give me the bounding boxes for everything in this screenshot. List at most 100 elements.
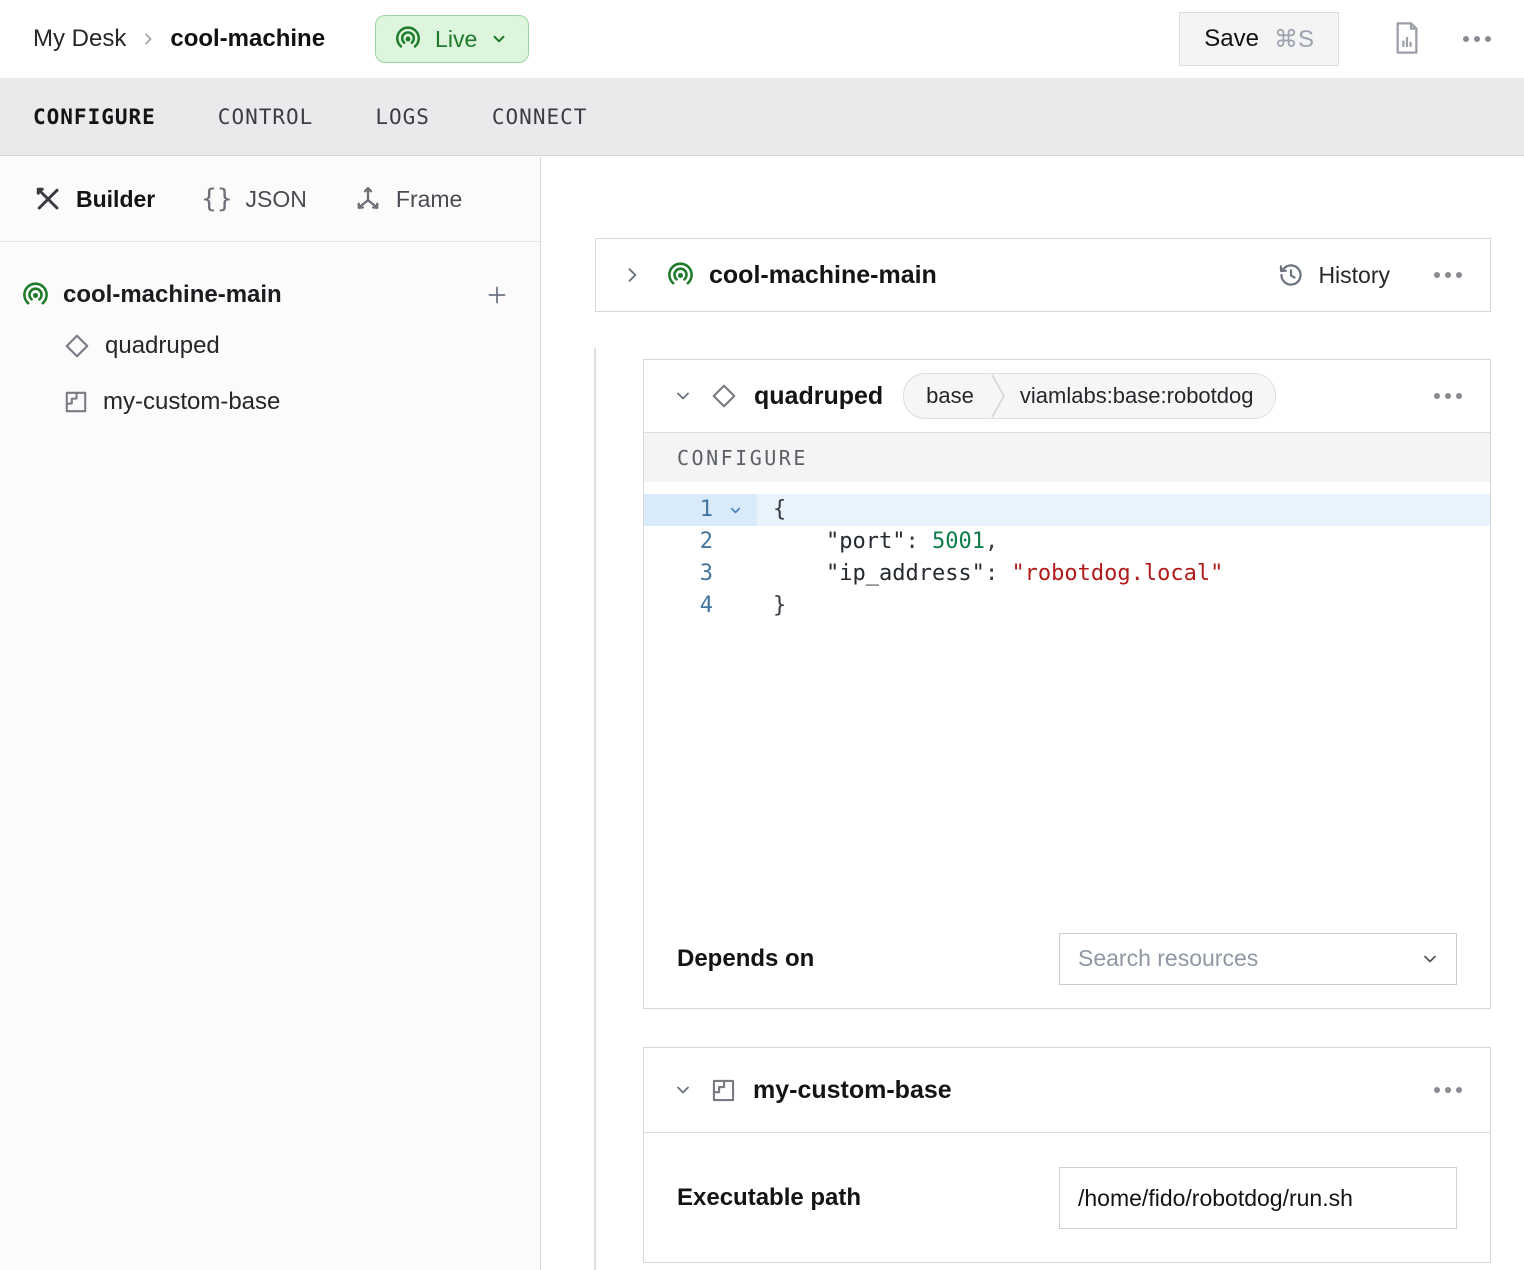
machine-metrics-button[interactable]	[1391, 20, 1423, 59]
ellipsis-icon	[1434, 1087, 1462, 1093]
executable-path-label: Executable path	[677, 1184, 861, 1212]
configure-section-header: CONFIGURE	[644, 432, 1490, 482]
machine-config-page: My Desk cool-machine Live Save ⌘S	[0, 0, 1524, 1270]
resource-tree: cool-machine-main quadruped	[0, 242, 540, 430]
executable-path-input[interactable]	[1059, 1167, 1457, 1229]
save-label: Save	[1204, 25, 1259, 53]
resource-type-badge: base viamlabs:base:robotdog	[903, 373, 1276, 419]
save-shortcut: ⌘S	[1274, 25, 1314, 54]
part-card: cool-machine-main History	[595, 238, 1491, 312]
line-number: 3	[644, 558, 713, 590]
view-builder-button[interactable]: Builder	[33, 184, 155, 214]
axes-icon	[353, 184, 383, 214]
ellipsis-icon	[1463, 36, 1491, 42]
code-text: "port": 5001,	[757, 526, 1490, 558]
chevron-down-icon	[728, 503, 743, 518]
ellipsis-icon	[1434, 272, 1462, 278]
chevron-down-icon	[490, 30, 508, 48]
save-button[interactable]: Save ⌘S	[1179, 12, 1339, 66]
configure-section-label: CONFIGURE	[677, 446, 808, 470]
fold-toggle[interactable]	[713, 494, 757, 526]
tree-part-row[interactable]: cool-machine-main	[0, 272, 540, 318]
depends-on-label: Depends on	[677, 945, 814, 973]
quadruped-card-title: quadruped	[754, 382, 883, 411]
machine-tabbar: CONFIGURE CONTROL LOGS CONNECT	[0, 78, 1524, 156]
tree-part-name: cool-machine-main	[63, 281, 471, 309]
resource-sidebar: Builder {} JSON Frame	[0, 157, 541, 1270]
tab-configure[interactable]: CONFIGURE	[33, 105, 156, 129]
quadruped-card: quadruped base viamlabs:base:robotdog CO…	[643, 359, 1491, 1009]
view-json-button[interactable]: {} JSON	[201, 186, 307, 213]
add-resource-button[interactable]	[484, 282, 510, 308]
configure-content: Builder {} JSON Frame	[0, 157, 1524, 1270]
custom-base-menu-button[interactable]	[1434, 1087, 1462, 1093]
machine-status-dropdown[interactable]: Live	[375, 15, 529, 63]
code-line-1: 1 {	[644, 494, 1490, 526]
chevron-down-icon	[673, 1080, 693, 1100]
depends-on-select[interactable]: Search resources	[1059, 933, 1457, 985]
view-json-label: JSON	[246, 186, 307, 213]
breadcrumb: My Desk cool-machine	[33, 25, 325, 53]
history-label: History	[1318, 262, 1390, 289]
view-toggle: Builder {} JSON Frame	[0, 157, 540, 242]
chevron-down-icon	[673, 386, 693, 406]
line-number: 4	[644, 590, 713, 622]
braces-icon: {}	[201, 186, 232, 212]
ellipsis-icon	[1434, 393, 1462, 399]
tab-logs[interactable]: LOGS	[375, 105, 430, 129]
quadruped-card-header: quadruped base viamlabs:base:robotdog	[644, 360, 1490, 432]
more-options-button[interactable]	[1463, 36, 1491, 42]
tree-item-quadruped[interactable]: quadruped	[0, 318, 540, 374]
view-frame-button[interactable]: Frame	[353, 184, 462, 214]
history-icon	[1277, 261, 1305, 289]
view-frame-label: Frame	[396, 186, 462, 213]
custom-base-card-title: my-custom-base	[753, 1076, 952, 1105]
tree-item-label: quadruped	[105, 332, 220, 360]
plus-icon	[484, 282, 510, 308]
part-menu-button[interactable]	[1434, 272, 1462, 278]
document-chart-icon	[1391, 20, 1423, 59]
breadcrumb-parent[interactable]: My Desk	[33, 25, 126, 53]
depends-on-placeholder: Search resources	[1078, 945, 1420, 972]
badge-type: base	[904, 383, 990, 409]
history-button[interactable]: History	[1277, 261, 1390, 289]
part-card-title: cool-machine-main	[709, 261, 937, 290]
top-header: My Desk cool-machine Live Save ⌘S	[0, 0, 1524, 78]
live-signal-icon	[394, 25, 422, 53]
chevron-right-icon	[140, 31, 156, 47]
line-number: 1	[644, 494, 713, 526]
collapse-custom-base-button[interactable]	[673, 1080, 693, 1100]
tree-item-my-custom-base[interactable]: my-custom-base	[0, 374, 540, 430]
badge-model: viamlabs:base:robotdog	[1006, 383, 1276, 409]
part-signal-icon	[21, 281, 50, 310]
expand-part-button[interactable]	[622, 265, 642, 285]
json-attributes-editor[interactable]: 1 { 2 "port": 5001, 3	[644, 482, 1490, 907]
code-line-4: 4 }	[644, 590, 1490, 622]
chevron-down-icon	[1420, 949, 1440, 969]
code-text: {	[757, 494, 1490, 526]
code-text: }	[757, 590, 1490, 622]
tab-control[interactable]: CONTROL	[218, 105, 314, 129]
module-icon	[710, 1077, 737, 1104]
custom-base-card-header: my-custom-base	[644, 1048, 1490, 1133]
quadruped-menu-button[interactable]	[1434, 393, 1462, 399]
config-main: cool-machine-main History	[541, 157, 1524, 1270]
code-text: "ip_address": "robotdog.local"	[757, 558, 1490, 590]
diamond-icon	[710, 382, 738, 410]
custom-base-card: my-custom-base Executable path	[643, 1047, 1491, 1263]
top-actions: Save ⌘S	[1179, 12, 1491, 66]
chevron-right-icon	[622, 265, 642, 285]
custom-base-body: Executable path	[644, 1133, 1490, 1263]
collapse-quadruped-button[interactable]	[673, 386, 693, 406]
badge-separator-icon	[990, 374, 1006, 418]
tab-connect[interactable]: CONNECT	[492, 105, 588, 129]
machine-status-label: Live	[435, 26, 477, 53]
code-line-3: 3 "ip_address": "robotdog.local"	[644, 558, 1490, 590]
nesting-line	[594, 348, 596, 1270]
part-signal-icon	[666, 261, 695, 290]
depends-on-row: Depends on Search resources	[644, 907, 1490, 1010]
breadcrumb-current: cool-machine	[170, 25, 325, 53]
line-number: 2	[644, 526, 713, 558]
diamond-icon	[63, 332, 91, 360]
tree-item-label: my-custom-base	[103, 388, 280, 416]
